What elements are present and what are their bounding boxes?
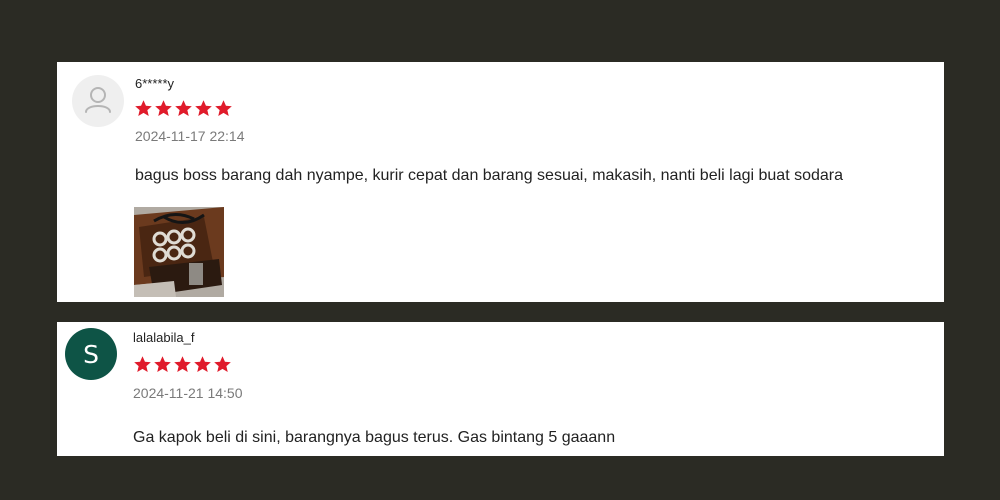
star-icon [194, 356, 211, 373]
star-icon [135, 100, 152, 117]
star-icon [195, 100, 212, 117]
review-text: Ga kapok beli di sini, barangnya bagus t… [133, 429, 616, 446]
avatar-initial: S [83, 339, 99, 369]
star-rating [134, 99, 233, 118]
star-icon [175, 100, 192, 117]
product-photo [134, 207, 224, 297]
star-icon [215, 100, 232, 117]
user-avatar [72, 75, 124, 127]
default-user-icon [85, 87, 111, 113]
star-icon [174, 356, 191, 373]
review-text: bagus boss barang dah nyampe, kurir cepa… [135, 167, 844, 184]
star-icon [134, 356, 151, 373]
star-icon [214, 356, 231, 373]
star-icon [155, 100, 172, 117]
review-card: 6*****y 2024-11-17 22:14 bagus boss bara… [57, 62, 944, 302]
star-icon [154, 356, 171, 373]
review-timestamp: 2024-11-21 14:50 [133, 385, 243, 401]
review-photo-thumbnail[interactable] [134, 207, 224, 297]
review-timestamp: 2024-11-17 22:14 [135, 128, 245, 144]
review-username: lalalabila_f [133, 330, 195, 345]
review-username: 6*****y [135, 76, 175, 91]
review-card: S lalalabila_f 2024-11-21 14:50 Ga kapok… [57, 322, 944, 456]
star-rating [133, 355, 232, 374]
user-avatar: S [65, 328, 117, 380]
